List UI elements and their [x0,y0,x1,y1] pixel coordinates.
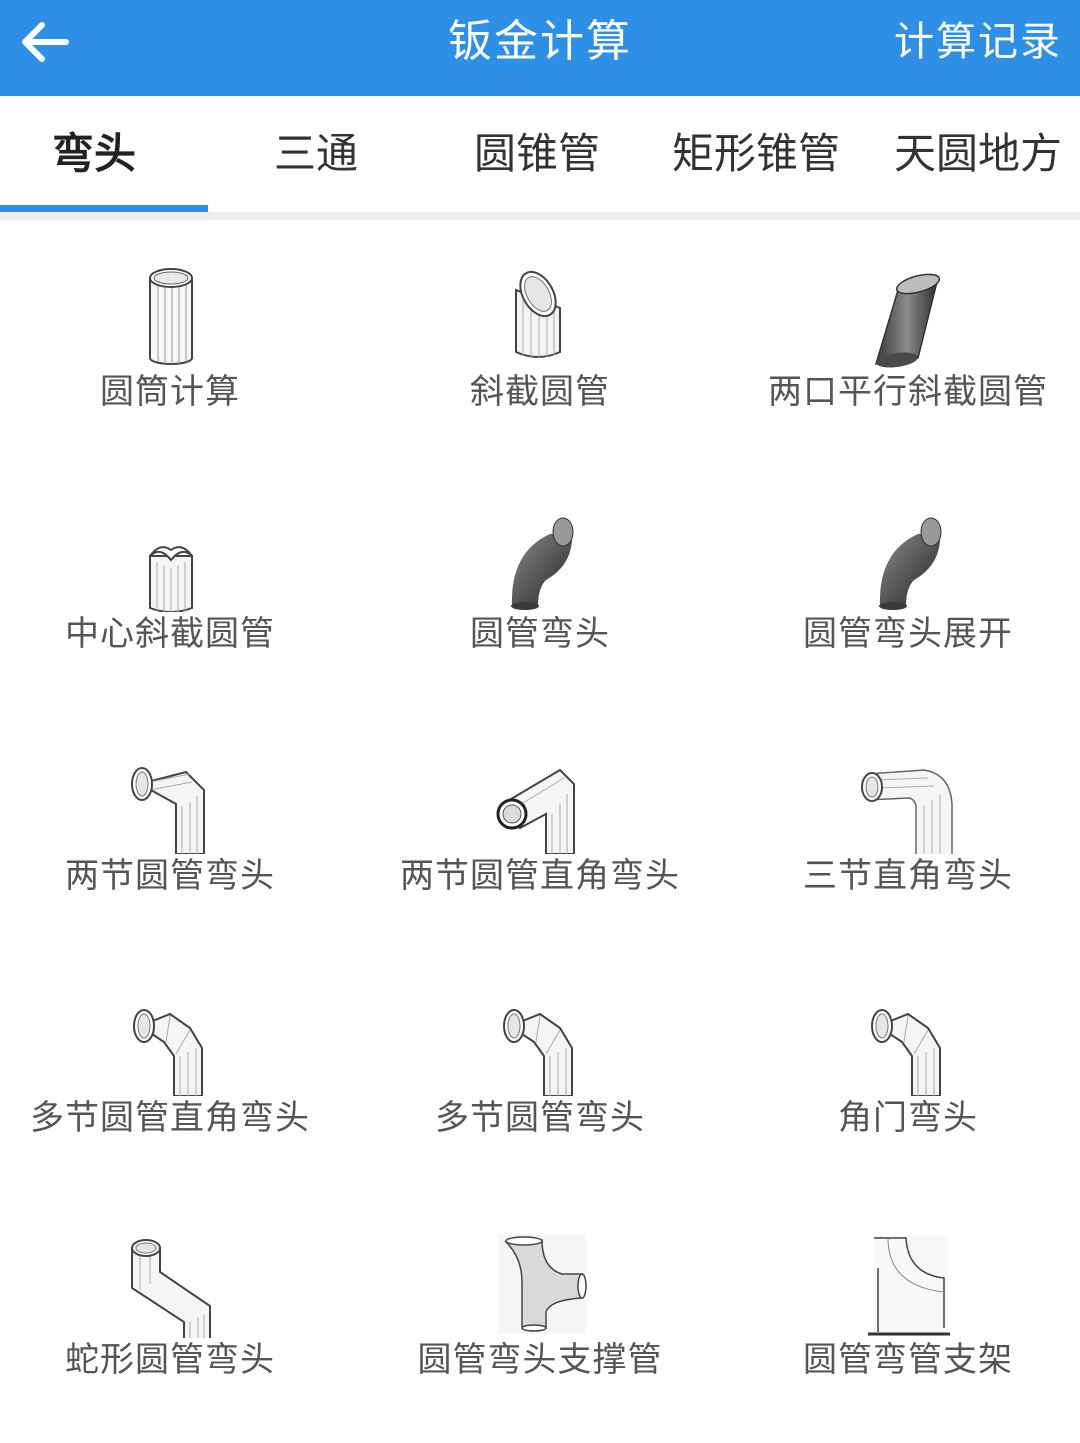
pipe-elbow-unfold-icon [879,517,942,610]
grid-item-three-section-right-elbow[interactable]: 三节直角弯头 [728,724,1080,944]
grid-item-multi-section-elbow[interactable]: 多节圆管弯头 [360,966,720,1186]
item-label: 圆管弯头 [470,614,610,654]
item-label: 蛇形圆管弯头 [65,1340,275,1380]
grid-item-corner-elbow[interactable]: 角门弯头 [728,966,1080,1186]
two-section-right-elbow-icon [496,768,575,854]
item-label: 多节圆管弯头 [435,1098,645,1138]
item-label: 中心斜截圆管 [65,614,275,654]
tab-cone-pipe[interactable]: 圆锥管 [474,126,600,182]
item-label: 三节直角弯头 [803,856,1013,896]
grid-item-two-section-elbow[interactable]: 两节圆管弯头 [0,724,350,944]
item-label: 两节圆管弯头 [65,856,275,896]
grid-item-pipe-elbow-unfold[interactable]: 圆管弯头展开 [728,482,1080,702]
oblique-cut-pipe-icon [515,270,561,358]
grid-item-oblique-cut-pipe[interactable]: 斜截圆管 [360,240,720,460]
grid-item-pipe-elbow[interactable]: 圆管弯头 [360,482,720,702]
grid-item-cylinder[interactable]: 圆筒计算 [0,240,350,460]
item-label: 圆筒计算 [100,372,240,412]
three-section-right-elbow-icon [861,769,953,854]
tab-divider [0,212,1080,220]
pipe-bend-bracket-icon [868,1236,950,1336]
tab-elbow[interactable]: 弯头 [52,126,136,182]
tab-tee[interactable]: 三通 [274,126,358,182]
category-tabs: 弯头 三通 圆锥管 矩形锥管 天圆地方 [0,96,1080,220]
history-button[interactable]: 计算记录 [894,14,1062,70]
grid-item-center-oblique-pipe[interactable]: 中心斜截圆管 [0,482,350,702]
item-label: 斜截圆管 [470,372,610,412]
tab-rect-cone-pipe[interactable]: 矩形锥管 [672,126,840,182]
item-label: 圆管弯管支架 [803,1340,1013,1380]
parallel-oblique-pipe-icon [874,273,941,368]
grid-item-elbow-support-pipe[interactable]: 圆管弯头支撑管 [360,1208,720,1428]
cylinder-icon [149,268,193,365]
item-label: 多节圆管直角弯头 [30,1098,310,1138]
item-label: 两节圆管直角弯头 [400,856,680,896]
tab-round-to-square[interactable]: 天圆地方 [894,126,1062,182]
grid-item-pipe-bend-bracket[interactable]: 圆管弯管支架 [728,1208,1080,1428]
item-label: 圆管弯头展开 [803,614,1013,654]
two-section-elbow-icon [131,767,205,854]
grid-item-snake-elbow[interactable]: 蛇形圆管弯头 [0,1208,350,1428]
item-label: 圆管弯头支撑管 [417,1340,663,1380]
pipe-elbow-icon [511,517,574,610]
active-tab-indicator [0,205,208,212]
center-oblique-pipe-icon [149,546,193,612]
grid-item-multi-section-right-elbow[interactable]: 多节圆管直角弯头 [0,966,350,1186]
item-label: 两口平行斜截圆管 [768,372,1048,412]
grid-item-parallel-oblique-pipe[interactable]: 两口平行斜截圆管 [728,240,1080,460]
item-label: 角门弯头 [838,1098,978,1138]
multi-section-elbow-icon [503,1009,573,1096]
elbow-support-pipe-icon [498,1234,587,1334]
snake-elbow-icon [131,1239,211,1338]
grid-item-two-section-right-elbow[interactable]: 两节圆管直角弯头 [360,724,720,944]
app-bar: 钣金计算 计算记录 [0,0,1080,96]
corner-elbow-icon [871,1009,941,1096]
multi-section-right-elbow-icon [133,1009,203,1096]
